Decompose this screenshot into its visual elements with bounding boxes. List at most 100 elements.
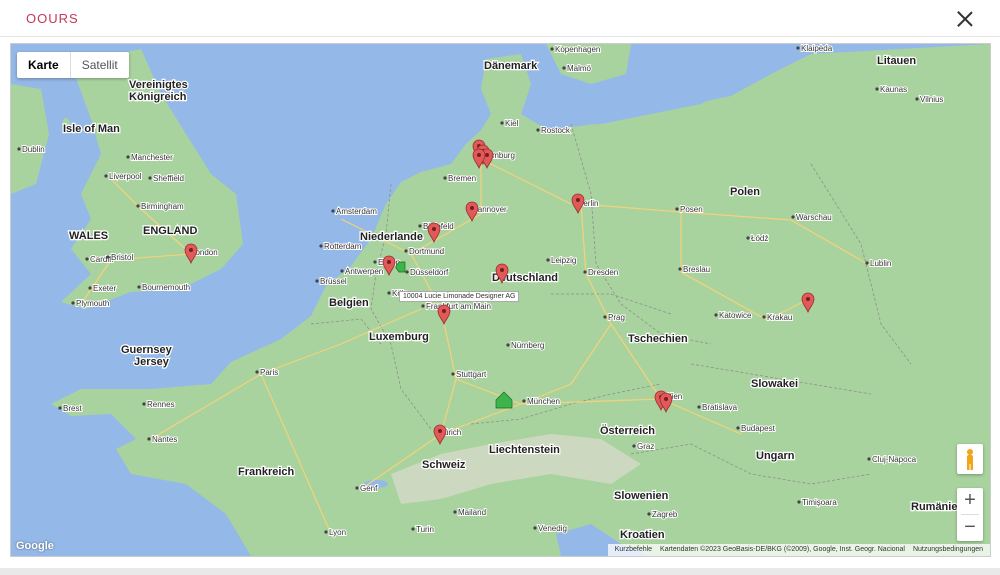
title-bar: OOURS	[0, 0, 1000, 37]
zoom-control: + −	[957, 488, 983, 541]
map-attribution: Kurzbefehle Kartendaten ©2023 GeoBasis-D…	[607, 544, 990, 556]
city-dot	[136, 204, 140, 208]
city-label: Zagreb	[652, 510, 678, 519]
city-dot	[632, 444, 636, 448]
city-label: Dublin	[22, 145, 45, 154]
city-dot	[791, 215, 795, 219]
city-label: Posen	[680, 205, 703, 214]
country-label: ENGLAND	[143, 225, 197, 237]
marker-dot	[576, 198, 580, 202]
city-label: Genf	[360, 484, 378, 493]
city-dot	[536, 128, 540, 132]
city-dot	[867, 457, 871, 461]
marker-dot	[432, 227, 436, 231]
pegman-icon[interactable]	[957, 444, 983, 474]
city-label: Cluj-Napoca	[872, 455, 917, 464]
map-container[interactable]: Vereinigtes Königreich Dänemark Litauen Isle…	[10, 43, 991, 557]
city-dot	[404, 249, 408, 253]
city-label: Rostock	[541, 126, 571, 135]
city-dot	[418, 224, 422, 228]
city-label: Mailand	[458, 508, 486, 517]
zoom-out-button[interactable]: −	[957, 515, 983, 541]
close-icon[interactable]	[954, 8, 976, 30]
city-label: Budapest	[741, 424, 776, 433]
city-label: Katowice	[719, 311, 752, 320]
marker-dot	[387, 260, 391, 264]
city-dot	[797, 500, 801, 504]
city-dot	[71, 301, 75, 305]
marker-dot	[664, 397, 668, 401]
city-dot	[533, 526, 537, 530]
city-label: Venedig	[538, 524, 567, 533]
city-label: Rennes	[147, 400, 175, 409]
marker-dot	[477, 153, 481, 157]
city-dot	[315, 279, 319, 283]
city-label: Dortmund	[409, 247, 444, 256]
city-label: Antwerpen	[345, 267, 383, 276]
modal-window: OOURS Vereinigtes Königreich Dänemark Li…	[0, 0, 1000, 575]
city-dot	[506, 343, 510, 347]
marker-dot	[189, 248, 193, 252]
city-dot	[373, 260, 377, 264]
terms-link[interactable]: Nutzungsbedingungen	[913, 546, 983, 553]
city-label: Kiel	[505, 119, 519, 128]
city-label: Leipzig	[551, 256, 576, 265]
city-label: Liverpool	[109, 172, 142, 181]
city-label: Nürnberg	[511, 341, 544, 350]
city-dot	[697, 405, 701, 409]
shortcuts-link[interactable]: Kurzbefehle	[615, 546, 652, 553]
city-label: Bristol	[111, 253, 133, 262]
marker-tooltip: 10004 Lucie Limonade Designer AG	[399, 291, 520, 302]
country-label: Frankreich	[238, 466, 295, 478]
map-type-karte[interactable]: Karte	[17, 52, 71, 78]
country-label: Slowenien	[614, 490, 669, 502]
city-label: Bratislava	[702, 403, 738, 412]
city-label: Vilnius	[920, 95, 943, 104]
country-label: Kroatien	[620, 529, 665, 541]
city-label: Paris	[260, 368, 278, 377]
city-dot	[522, 399, 526, 403]
city-dot	[746, 236, 750, 240]
city-dot	[255, 370, 259, 374]
city-label: Krakau	[767, 313, 792, 322]
city-label: Nantes	[152, 435, 177, 444]
zoom-in-button[interactable]: +	[957, 488, 983, 514]
city-label: Kaunas	[880, 85, 907, 94]
city-label: Frankfurt am Main	[426, 302, 491, 311]
city-label: Prag	[608, 313, 625, 322]
city-dot	[915, 97, 919, 101]
country-label: Jersey	[134, 356, 170, 368]
city-dot	[550, 47, 554, 51]
city-label: Warschau	[796, 213, 832, 222]
map-type-control: Karte Satellit	[17, 52, 129, 78]
city-dot	[443, 176, 447, 180]
city-dot	[319, 244, 323, 248]
city-label: Łódź	[751, 234, 768, 243]
city-label: Bremen	[448, 174, 476, 183]
city-dot	[603, 315, 607, 319]
city-dot	[500, 121, 504, 125]
google-logo: Google	[16, 540, 54, 552]
city-dot	[865, 261, 869, 265]
city-dot	[405, 270, 409, 274]
city-label: Düsseldorf	[410, 268, 449, 277]
country-label: WALES	[69, 230, 108, 242]
city-label: Birmingham	[141, 202, 184, 211]
city-label: Brest	[63, 404, 82, 413]
city-dot	[451, 372, 455, 376]
city-label: Malmö	[567, 64, 592, 73]
country-label: Liechtenstein	[489, 444, 560, 456]
country-label: Isle of Man	[63, 123, 120, 135]
marker-dot	[500, 268, 504, 272]
city-label: Graz	[637, 442, 654, 451]
country-label: Slowakei	[751, 378, 798, 390]
city-dot	[104, 174, 108, 178]
city-dot	[340, 269, 344, 273]
city-dot	[331, 209, 335, 213]
country-label: Dänemark	[484, 60, 538, 72]
city-label: Rotterdam	[324, 242, 362, 251]
city-dot	[875, 87, 879, 91]
map-type-satellit[interactable]: Satellit	[71, 52, 129, 78]
country-label: Guernsey	[121, 344, 173, 356]
city-label: Sheffield	[153, 174, 184, 183]
